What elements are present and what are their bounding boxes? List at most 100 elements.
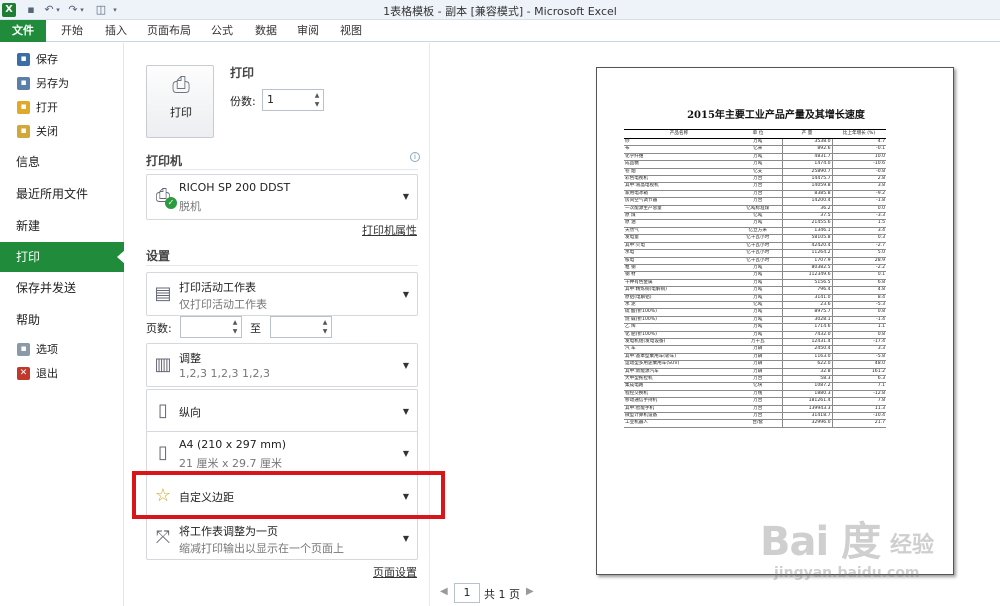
- table-cell: 892.6: [781, 145, 832, 154]
- table-cell: 微型计算机设备: [624, 412, 734, 421]
- table-cell: 0.3: [831, 234, 886, 243]
- title-bar: X ▪ ↶ ▾ ↷ ▾ ◫ ▾ 1表格模板 - 副本 [兼容模式] - Micr…: [0, 0, 1000, 20]
- table-cell: 汽 车: [624, 345, 734, 354]
- page-setup-link[interactable]: 页面设置: [373, 564, 417, 580]
- nav-options-label: 选项: [36, 343, 58, 356]
- tab-file[interactable]: 文件: [0, 20, 46, 42]
- print-scope-dropdown[interactable]: ▤ 打印活动工作表 仅打印活动工作表 ▼: [146, 272, 418, 316]
- table-cell: 36.2: [781, 205, 832, 214]
- printer-properties-link[interactable]: 打印机属性: [362, 222, 417, 238]
- table-cell: -5.3: [831, 301, 886, 310]
- printer-dropdown[interactable]: ⎙ ✓ RICOH SP 200 DDST 脱机 ▼: [146, 174, 418, 220]
- table-cell: 亿吨: [734, 212, 782, 221]
- collate-icon: ▥: [154, 354, 172, 375]
- nav-print-active[interactable]: 打印: [0, 242, 125, 272]
- print-heading: 打印: [230, 66, 255, 80]
- nav-options[interactable]: ▪ 选项: [0, 339, 124, 361]
- tab-data[interactable]: 数据: [254, 20, 278, 42]
- table-row: 大中型拖拉机 万台 58.3 6.3: [624, 375, 886, 384]
- window-title: 1表格模板 - 副本 [兼容模式] - Microsoft Excel: [383, 5, 617, 18]
- table-cell: 家用电冰箱: [624, 190, 734, 199]
- table-cell: 万吨: [734, 323, 782, 332]
- table-cell: 112349.6: [781, 271, 832, 280]
- table-cell: -10.4: [831, 412, 886, 421]
- spin-down-icon[interactable]: ▼: [320, 327, 330, 336]
- pages-to-input[interactable]: ▲ ▼: [270, 316, 332, 338]
- table-cell: 14475.7: [781, 175, 832, 184]
- next-page-icon[interactable]: ▶: [526, 586, 534, 597]
- table-cell: -3.3: [831, 212, 886, 221]
- table-row: 家用电冰箱 万台 8385.8 -9.2: [624, 190, 886, 199]
- nav-new[interactable]: 新建: [0, 211, 124, 241]
- table-cell: -2.7: [831, 242, 886, 251]
- nav-save[interactable]: ▪ 保存: [0, 49, 124, 71]
- nav-recent[interactable]: 最近所用文件: [0, 179, 124, 209]
- nav-open[interactable]: ▪ 打开: [0, 97, 124, 119]
- table-row: 汽 车万辆 2450.4 3.3: [624, 345, 886, 354]
- page-total: 共 1 页: [484, 588, 520, 601]
- collate-dropdown[interactable]: ▥ 调整 1,2,3 1,2,3 1,2,3 ▼: [146, 343, 418, 387]
- table-cell: 0.8: [831, 308, 886, 317]
- table-cell: -2.2: [831, 264, 886, 273]
- spin-up-icon[interactable]: ▲: [320, 318, 330, 327]
- tab-page-layout[interactable]: 页面布局: [146, 20, 192, 42]
- table-row: 工业机器人 台/套 32996.0 21.7: [624, 419, 886, 428]
- table-cell: 4.7: [831, 138, 886, 147]
- table-cell: 水 泥: [624, 301, 734, 310]
- nav-save-as[interactable]: ▪ 另存为: [0, 73, 124, 95]
- table-cell: 181261.4: [781, 397, 832, 406]
- current-page-input[interactable]: 1: [454, 583, 480, 603]
- nav-close[interactable]: ▪ 关闭: [0, 121, 124, 143]
- spin-down-icon[interactable]: ▼: [312, 100, 322, 109]
- pages-from-input[interactable]: ▲ ▼: [180, 316, 242, 338]
- tab-home[interactable]: 开始: [58, 20, 86, 42]
- nav-help[interactable]: 帮助: [0, 305, 124, 335]
- copies-input[interactable]: 1 ▲ ▼: [262, 89, 324, 111]
- orientation-dropdown[interactable]: ▯ 纵向 ▼: [146, 389, 418, 433]
- table-cell: 发电量: [624, 234, 734, 243]
- spin-up-icon[interactable]: ▲: [312, 91, 322, 100]
- table-cell: 万吨: [734, 160, 782, 169]
- tab-view[interactable]: 视图: [339, 20, 363, 42]
- table-row: 集成电路 亿块 1087.2 7.1: [624, 382, 886, 391]
- table-cell: 钢 材: [624, 271, 734, 280]
- paper-size-dropdown[interactable]: ▯ A4 (210 x 297 mm) 21 厘米 x 29.7 厘米 ▼: [146, 431, 418, 475]
- paper-subtitle: 21 厘米 x 29.7 厘米: [179, 457, 282, 470]
- table-cell: 发电机组(发电设备): [624, 338, 734, 347]
- info-icon[interactable]: i: [410, 152, 420, 162]
- printer-section-title: 打印机: [146, 154, 183, 168]
- table-row: 化 肥(折100%) 万吨 7432.0 0.8: [624, 331, 886, 339]
- table-cell: 亿千瓦小时: [734, 257, 782, 265]
- table-cell: 万吨: [734, 264, 782, 273]
- table-cell: 水电: [624, 249, 734, 258]
- nav-close-label: 关闭: [36, 125, 58, 138]
- scaling-dropdown[interactable]: ⤧ 将工作表调整为一页 缩减打印输出以显示在一个页面上 ▼: [146, 516, 418, 560]
- nav-info[interactable]: 信息: [0, 147, 124, 177]
- table-cell: 2450.4: [781, 345, 832, 354]
- table-cell: 成品糖: [624, 160, 734, 169]
- table-cell: 7.1: [831, 382, 886, 391]
- table-row: 原铝(电解铝) 万吨 3141.0 8.4: [624, 294, 886, 302]
- table-cell: 万辆: [734, 353, 782, 362]
- table-cell: 亿千瓦小时: [734, 249, 782, 258]
- previous-page-icon[interactable]: ◀: [440, 586, 448, 597]
- backstage-nav: ▪ 保存 ▪ 另存为 ▪ 打开 ▪ 关闭 信息 最近所用文件 新建 打印 保存并…: [0, 43, 125, 606]
- table-cell: -9.2: [831, 190, 886, 199]
- table-cell: 亿立方米: [734, 227, 782, 236]
- nav-exit[interactable]: ✕ 退出: [0, 363, 124, 385]
- table-cell: 万吨: [734, 308, 782, 317]
- table-row: 天然气 亿立方米 1346.1 3.4: [624, 227, 886, 236]
- spin-down-icon[interactable]: ▼: [230, 327, 240, 336]
- tab-insert[interactable]: 插入: [102, 20, 130, 42]
- divider: [146, 169, 418, 170]
- spin-up-icon[interactable]: ▲: [230, 318, 240, 327]
- printer-ready-check-icon: ✓: [165, 197, 177, 209]
- watermark-url: jingyan.baidu.com: [774, 565, 920, 581]
- table-cell: 万吨: [734, 279, 782, 288]
- table-cell: 11264.2: [781, 249, 832, 258]
- tab-formulas[interactable]: 公式: [210, 20, 234, 42]
- table-cell: 原 煤: [624, 212, 734, 221]
- print-button[interactable]: ⎙ 打印: [146, 65, 214, 138]
- tab-review[interactable]: 审阅: [296, 20, 320, 42]
- nav-save-and-send[interactable]: 保存并发送: [0, 273, 124, 303]
